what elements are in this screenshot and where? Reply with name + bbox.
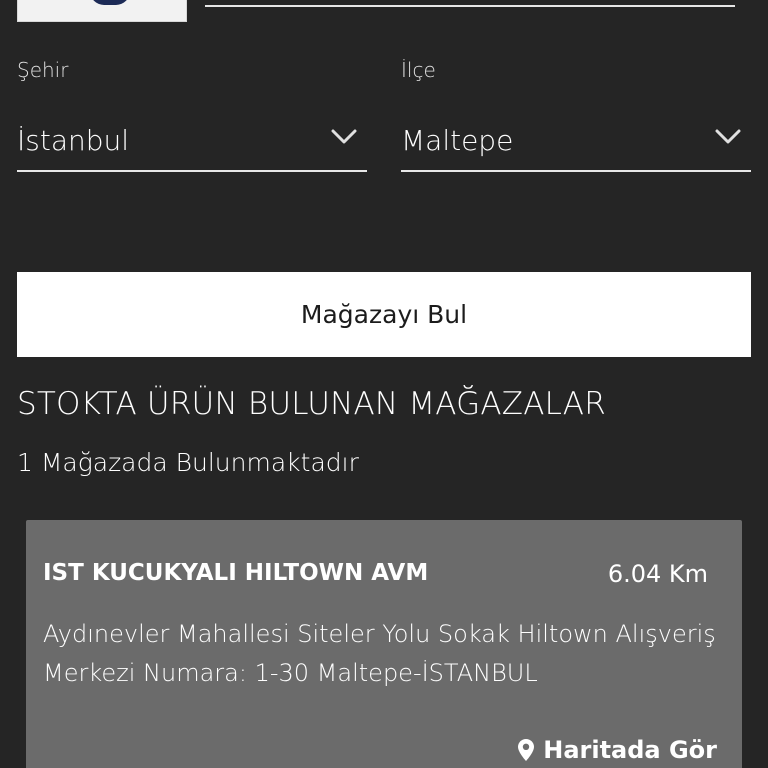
- top-input-field[interactable]: [205, 0, 735, 7]
- store-card: IST KUCUKYALI HILTOWN AVM 6.04 Km Aydıne…: [26, 520, 742, 768]
- store-address: Aydınevler Mahallesi Siteler Yolu Sokak …: [43, 620, 716, 687]
- product-image-shape: [90, 0, 130, 5]
- district-select[interactable]: Maltepe: [401, 112, 751, 172]
- results-count: 1 Mağazada Bulunmaktadır: [17, 448, 359, 477]
- store-name: IST KUCUKYALI HILTOWN AVM: [43, 560, 429, 586]
- city-label: Şehir: [17, 58, 69, 82]
- chevron-down-icon: [715, 129, 741, 144]
- city-select[interactable]: İstanbul: [17, 112, 367, 172]
- store-distance: 6.04 Km: [607, 560, 708, 588]
- map-pin-icon: [518, 739, 535, 761]
- store-finder-page: Şehir İstanbul İlçe Maltepe Mağazayı Bul…: [0, 0, 768, 768]
- district-label: İlçe: [401, 58, 436, 82]
- results-title: STOKTA ÜRÜN BULUNAN MAĞAZALAR: [17, 386, 606, 422]
- district-select-value: Maltepe: [401, 124, 514, 157]
- view-on-map-link[interactable]: Haritada Gör: [517, 736, 717, 764]
- view-on-map-label: Haritada Gör: [543, 736, 717, 764]
- chevron-down-icon: [331, 129, 357, 144]
- find-store-button[interactable]: Mağazayı Bul: [17, 272, 751, 357]
- product-thumbnail: [17, 0, 187, 22]
- city-select-value: İstanbul: [17, 124, 130, 157]
